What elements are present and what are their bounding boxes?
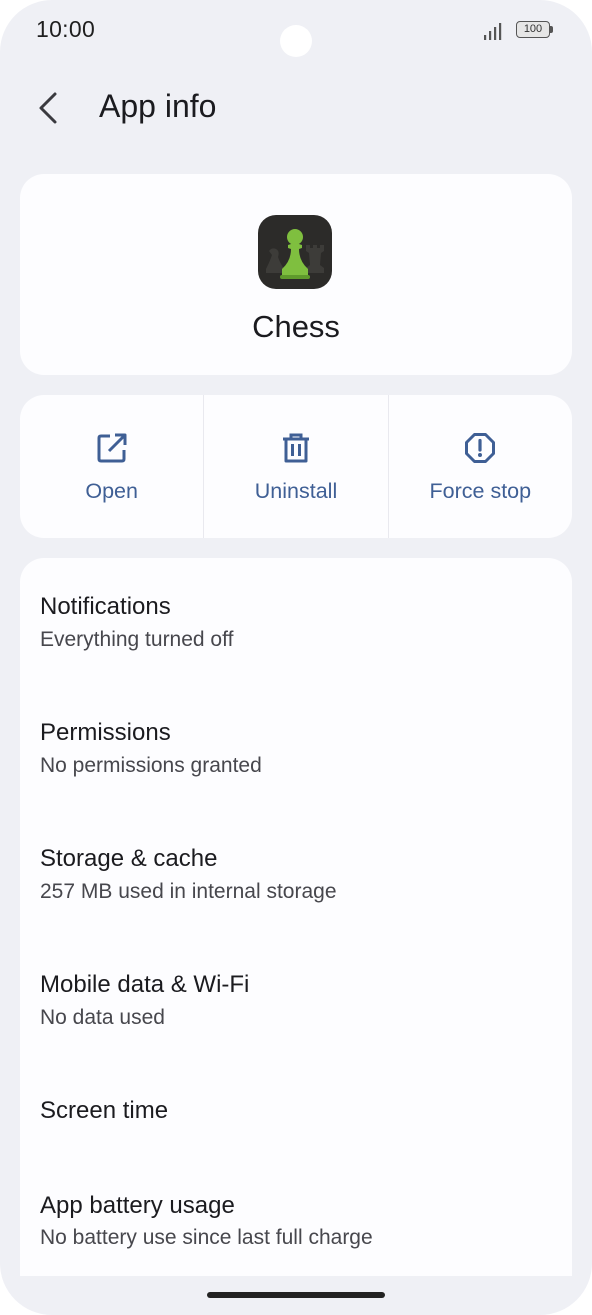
open-button[interactable]: Open [20,395,203,538]
uninstall-button[interactable]: Uninstall [203,395,387,538]
app-battery-usage-title: App battery usage [40,1192,235,1219]
battery-level: 100 [523,23,543,35]
force-stop-label: Force stop [429,479,532,503]
permissions-title: Permissions [40,719,171,746]
app-header-card: Chess [20,174,572,375]
mobile-data-wifi-title: Mobile data & Wi-Fi [40,971,250,998]
open-label: Open [85,479,138,503]
notifications-subtitle: Everything turned off [40,628,234,651]
app-name: Chess [252,309,340,344]
open-external-icon [97,433,127,463]
status-time: 10:00 [36,16,96,42]
app-battery-usage-item[interactable]: App battery usage No battery use since l… [20,1158,572,1284]
trash-icon [282,433,309,463]
back-button[interactable] [26,86,70,130]
chess-pawn-icon [258,215,332,289]
uninstall-label: Uninstall [254,479,338,503]
notifications-item[interactable]: Notifications Everything turned off [20,558,572,684]
arrow-back-icon [39,92,57,124]
screen-time-item[interactable]: Screen time [20,1062,572,1158]
permissions-subtitle: No permissions granted [40,754,262,777]
app-settings-list: Notifications Everything turned off Perm… [20,558,572,1315]
alert-octagon-icon [465,433,496,463]
storage-cache-subtitle: 257 MB used in internal storage [40,880,337,903]
notifications-title: Notifications [40,593,171,620]
home-gesture-handle[interactable] [207,1292,385,1298]
app-battery-usage-subtitle: No battery use since last full charge [40,1226,373,1249]
permissions-item[interactable]: Permissions No permissions granted [20,684,572,810]
mobile-data-wifi-item[interactable]: Mobile data & Wi-Fi No data used [20,936,572,1062]
phone-screen: 10:00 100 App info Chess Open Uninstall … [0,0,592,1315]
screen-time-title: Screen time [40,1097,169,1124]
signal-icon [484,23,502,40]
storage-cache-title: Storage & cache [40,845,218,872]
app-actions-card: Open Uninstall Force stop [20,395,572,538]
front-camera [280,25,312,57]
page-title: App info [99,88,217,124]
mobile-data-wifi-subtitle: No data used [40,1006,165,1029]
battery-cap [550,26,553,33]
force-stop-button[interactable]: Force stop [387,395,572,538]
storage-cache-item[interactable]: Storage & cache 257 MB used in internal … [20,810,572,936]
battery-icon: 100 [516,21,550,38]
